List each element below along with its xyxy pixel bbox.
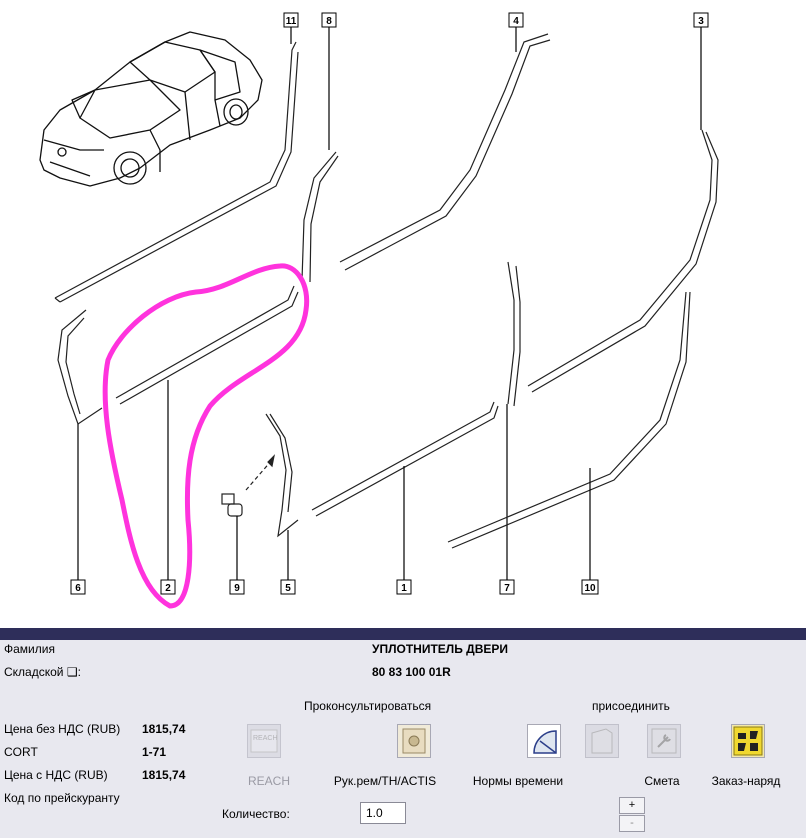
- callout-6[interactable]: 6: [70, 579, 86, 595]
- estimate-button[interactable]: [647, 724, 681, 758]
- svg-text:9: 9: [234, 583, 240, 594]
- attach-disabled-button[interactable]: [585, 724, 619, 758]
- part-8-strip: [301, 26, 339, 283]
- reach-label: REACH: [247, 774, 290, 788]
- quantity-label: Количество:: [222, 807, 290, 821]
- cort-label: CORT: [4, 745, 38, 759]
- wrench-icon: [651, 728, 677, 754]
- price-vat-label: Цена с НДС (RUB): [4, 768, 108, 782]
- part-9-clip: [221, 454, 275, 580]
- manual-book-icon: [402, 728, 426, 754]
- pricelist-code-label: Код по прейскуранту: [4, 791, 120, 805]
- svg-text:1: 1: [401, 583, 407, 594]
- part-details-panel: Фамилия УПЛОТНИТЕЛЬ ДВЕРИ Складской ❑: 8…: [0, 640, 806, 838]
- callout-11[interactable]: 11: [283, 12, 299, 28]
- quantity-input[interactable]: 1.0: [360, 802, 406, 824]
- manual-button[interactable]: [397, 724, 431, 758]
- attach-heading: присоединить: [592, 699, 670, 713]
- svg-text:3: 3: [698, 16, 704, 27]
- part-7-strip: [506, 261, 521, 580]
- svg-text:5: 5: [285, 583, 291, 594]
- work-order-icon: [733, 726, 763, 756]
- consult-heading: Проконсультироваться: [304, 699, 432, 713]
- callout-9[interactable]: 9: [229, 579, 245, 595]
- family-value: УПЛОТНИТЕЛЬ ДВЕРИ: [372, 642, 509, 656]
- part-1-strip: [311, 401, 499, 580]
- price-no-vat-label: Цена без НДС (RUB): [4, 722, 121, 736]
- callout-10[interactable]: 10: [581, 579, 599, 595]
- family-label: Фамилия: [4, 642, 55, 656]
- work-order-label: Заказ-наряд: [711, 774, 781, 788]
- callout-5[interactable]: 5: [280, 579, 296, 595]
- part-3-strip: [527, 26, 719, 393]
- quantity-increment-button[interactable]: +: [619, 797, 645, 814]
- callout-3[interactable]: 3: [693, 12, 709, 28]
- door-icon: [591, 728, 613, 754]
- highlight-loop: [102, 263, 310, 609]
- parts-diagram[interactable]: 11 8 4 3 6 2 9 5 1 7 10: [0, 0, 806, 629]
- time-norms-button[interactable]: [527, 724, 561, 758]
- part-10-strip: [447, 291, 691, 580]
- svg-text:7: 7: [504, 583, 510, 594]
- svg-text:10: 10: [584, 583, 596, 594]
- panel-header-bar: [0, 628, 806, 640]
- svg-text:11: 11: [286, 16, 297, 27]
- stock-number: 80 83 100 01R: [372, 665, 451, 679]
- callout-4[interactable]: 4: [508, 12, 524, 28]
- svg-text:8: 8: [326, 16, 332, 27]
- reach-button[interactable]: REACH: [247, 724, 281, 758]
- svg-text:4: 4: [513, 16, 519, 27]
- car-illustration: [39, 31, 263, 187]
- part-11-strip: [54, 26, 299, 303]
- callout-8[interactable]: 8: [321, 12, 337, 28]
- parts-diagram-drawing: 11 8 4 3 6 2 9 5 1 7 10: [39, 12, 719, 609]
- manual-label: Рук.рем/TH/ACTIS: [333, 774, 437, 788]
- svg-text:6: 6: [75, 583, 81, 594]
- callout-2[interactable]: 2: [160, 579, 176, 595]
- clock-icon: [533, 730, 557, 754]
- quantity-decrement-button[interactable]: -: [619, 815, 645, 832]
- part-6-strip: [57, 309, 103, 580]
- stock-label: Складской ❑:: [4, 665, 81, 679]
- part-2-strip: [115, 285, 299, 580]
- time-norms-label: Нормы времени: [472, 774, 564, 788]
- part-4-strip: [339, 26, 551, 271]
- price-no-vat-value: 1815,74: [142, 722, 186, 736]
- work-order-button[interactable]: [731, 724, 765, 758]
- price-vat-value: 1815,74: [142, 768, 186, 782]
- cort-value: 1-71: [142, 745, 167, 759]
- part-5-strip: [265, 413, 299, 580]
- callout-1[interactable]: 1: [396, 579, 412, 595]
- svg-text:2: 2: [165, 583, 171, 594]
- callout-7[interactable]: 7: [499, 579, 515, 595]
